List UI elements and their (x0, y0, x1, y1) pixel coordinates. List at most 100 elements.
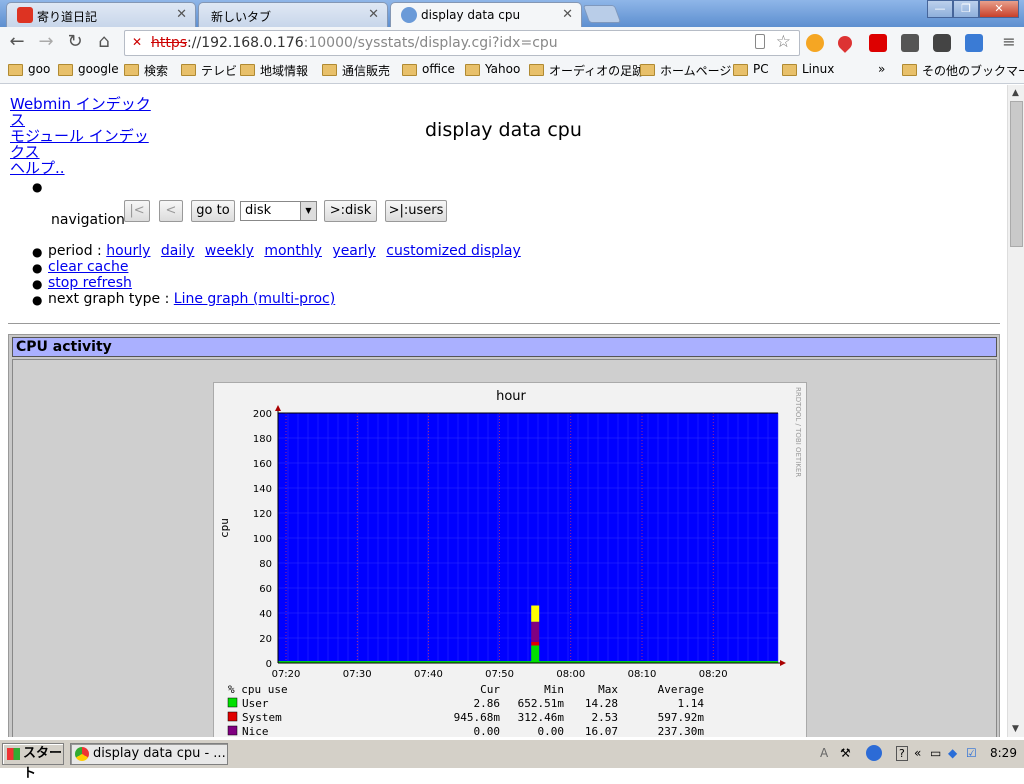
next-graph-link[interactable]: Line graph (multi-proc) (174, 291, 335, 307)
prev-button[interactable]: < (159, 200, 183, 222)
period-line: period : hourly daily weekly monthly yea… (48, 243, 527, 259)
forward-icon[interactable]: → (35, 32, 57, 54)
address-bar[interactable]: ✕ https://192.168.0.176:10000/sysstats/d… (124, 30, 800, 56)
bookmark-folder[interactable]: Yahoo (465, 62, 520, 76)
browser-toolbar: ← → ↻ ⌂ ✕ https://192.168.0.176:10000/sy… (0, 27, 1024, 58)
network-icon[interactable] (866, 745, 882, 761)
maps-pin-extension-icon[interactable] (835, 33, 855, 53)
scrollbar-thumb[interactable] (1010, 101, 1023, 247)
ime-icon[interactable]: A (820, 746, 828, 760)
amazon-extension-icon[interactable] (806, 34, 824, 52)
new-tab-button[interactable] (582, 5, 622, 23)
clear-cache-link[interactable]: clear cache (48, 259, 128, 275)
bookmark-folder[interactable]: office (402, 62, 455, 76)
folder-icon (58, 64, 73, 76)
tab-close-icon[interactable]: ✕ (176, 7, 187, 22)
help-icon[interactable]: ? (896, 746, 908, 761)
menu-icon[interactable]: ≡ (998, 32, 1020, 54)
back-icon[interactable]: ← (6, 32, 28, 54)
legend-max: 16.07 (585, 725, 618, 737)
tab-yorimichi[interactable]: 寄り道日記 ✕ (6, 2, 196, 27)
shield-icon[interactable]: ◆ (948, 746, 957, 760)
last-users-button[interactable]: >|:users (385, 200, 447, 222)
folder-icon (8, 64, 23, 76)
stop-refresh-link[interactable]: stop refresh (48, 275, 132, 291)
bookmark-label: 地域情報 (260, 64, 309, 78)
tab-display-data-cpu[interactable]: display data cpu ✕ (390, 2, 582, 27)
display-icon[interactable]: ▭ (930, 746, 941, 760)
goto-button[interactable]: go to (191, 200, 235, 222)
tools-icon[interactable]: ⚒ (840, 746, 851, 760)
tray-expand-icon[interactable]: « (914, 746, 921, 760)
security-icon[interactable]: ☑ (966, 746, 977, 760)
bookmark-label: テレビ (201, 64, 238, 78)
bookmark-folder[interactable]: Linux (782, 62, 834, 76)
webmin-index-link[interactable]: Webmin インデックス (10, 96, 160, 128)
bullet: ● (32, 277, 43, 291)
bookmark-folder[interactable]: PC (733, 62, 769, 76)
taskbar-item-chrome[interactable]: display data cpu - ... (70, 743, 228, 765)
folder-icon (124, 64, 139, 76)
page-action-icon[interactable] (755, 34, 765, 49)
bullet: ● (32, 245, 43, 259)
legend-name: User (242, 697, 269, 710)
y-tick-label: 60 (259, 584, 272, 595)
tab-label: 寄り道日記 (37, 10, 98, 24)
other-bookmarks-folder[interactable]: その他のブックマーク (902, 62, 1024, 79)
insecure-lock-icon: ✕ (132, 35, 143, 49)
close-window-button[interactable]: ✕ (979, 0, 1019, 18)
period-yearly-link[interactable]: yearly (332, 243, 375, 259)
period-daily-link[interactable]: daily (161, 243, 195, 259)
tab-newtab[interactable]: 新しいタブ ✕ (198, 2, 388, 27)
start-button[interactable]: スタート (2, 743, 64, 781)
evernote-extension-icon[interactable] (901, 34, 919, 52)
period-weekly-link[interactable]: weekly (205, 243, 254, 259)
graph-select[interactable]: disk ▼ (240, 201, 317, 221)
bookmark-folder[interactable]: 通信販売 (322, 62, 390, 79)
webmin-favicon-icon (401, 7, 417, 23)
tab-close-icon[interactable]: ✕ (368, 7, 379, 22)
red-extension-icon[interactable] (869, 34, 887, 52)
next-disk-button[interactable]: >:disk (324, 200, 377, 222)
reload-icon[interactable]: ↻ (64, 32, 86, 54)
scroll-up-icon[interactable]: ▲ (1012, 88, 1019, 98)
bookmark-folder[interactable]: 地域情報 (240, 62, 308, 79)
minimize-button[interactable]: — (927, 0, 953, 18)
first-button[interactable]: |< (124, 200, 150, 222)
pocket-extension-icon[interactable] (933, 34, 951, 52)
period-monthly-link[interactable]: monthly (264, 243, 322, 259)
chevron-down-icon: ▼ (300, 202, 316, 220)
bookmark-star-icon[interactable]: ☆ (776, 32, 791, 52)
x-tick-label: 08:10 (628, 669, 657, 680)
folder-icon (181, 64, 196, 76)
ie-tab-extension-icon[interactable] (965, 34, 983, 52)
period-customized-link[interactable]: customized display (386, 243, 520, 259)
bookmark-folder[interactable]: ホームページ (640, 62, 731, 79)
bookmark-label: オーディオの足跡 (549, 64, 645, 78)
help-link[interactable]: ヘルプ.. (10, 160, 160, 176)
cpu-chart-svg: 02040608010012014016018020007:20 07:30 07:… (218, 387, 802, 737)
panel-title: CPU activity (12, 337, 997, 357)
bookmarks-overflow-button[interactable]: » (872, 62, 885, 76)
bookmark-label: Linux (802, 62, 835, 76)
bookmark-folder[interactable]: オーディオの足跡 (529, 62, 644, 79)
legend-max: 14.28 (585, 697, 618, 710)
scroll-down-icon[interactable]: ▼ (1012, 724, 1019, 734)
bookmark-folder[interactable]: google (58, 62, 119, 76)
module-index-link[interactable]: モジュール インデックス (10, 128, 160, 160)
period-hourly-link[interactable]: hourly (106, 243, 150, 259)
windows-taskbar: スタート display data cpu - ... A ⚒ ? « ▭ ◆ … (0, 739, 1024, 781)
next-graph-label: next graph type : (48, 291, 170, 307)
folder-icon (782, 64, 797, 76)
bookmark-label: PC (753, 62, 769, 76)
tab-close-icon[interactable]: ✕ (562, 7, 573, 22)
home-icon[interactable]: ⌂ (93, 32, 115, 54)
page-scrollbar[interactable]: ▲ ▼ (1007, 85, 1024, 737)
restore-button[interactable]: ❐ (953, 0, 979, 18)
y-axis-label: cpu (218, 518, 231, 538)
bookmark-folder[interactable]: テレビ (181, 62, 237, 79)
bookmark-label: 通信販売 (342, 64, 391, 78)
bookmark-folder[interactable]: goo (8, 62, 50, 76)
bookmark-folder[interactable]: 検索 (124, 62, 168, 79)
y-tick-label: 140 (253, 484, 272, 495)
